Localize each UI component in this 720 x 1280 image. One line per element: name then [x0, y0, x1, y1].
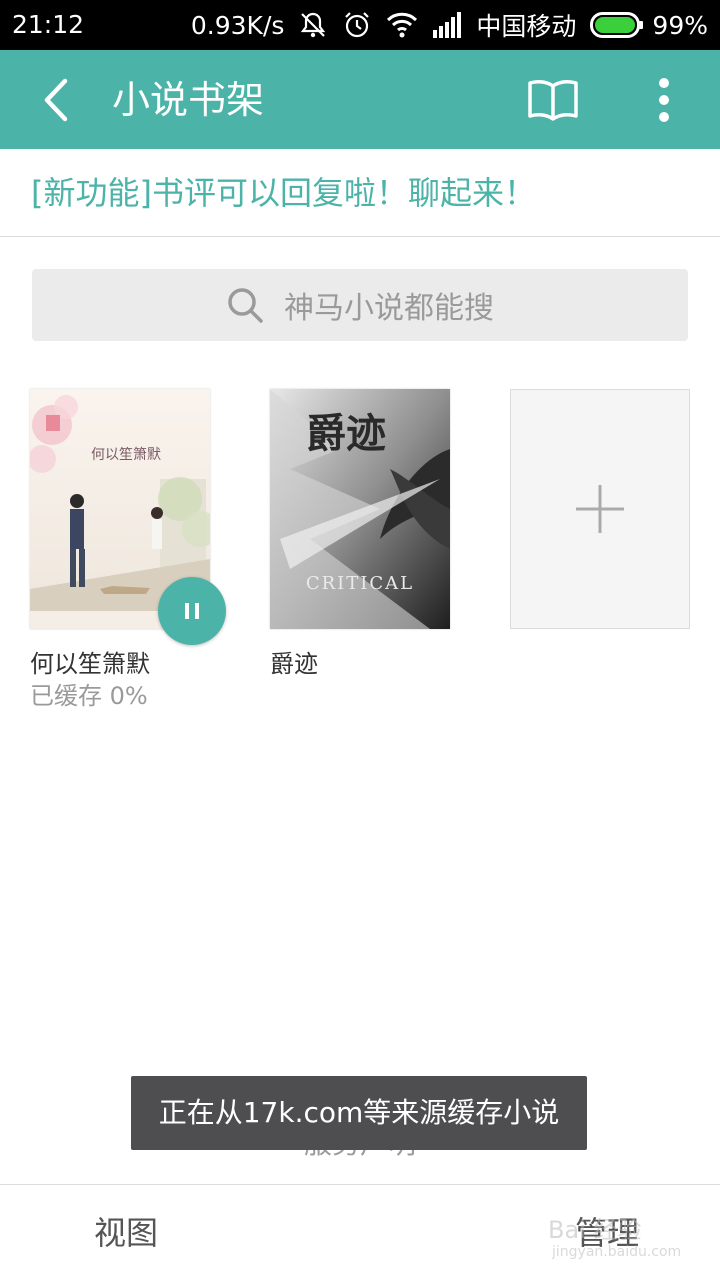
battery-icon [590, 12, 644, 38]
add-book-button[interactable] [510, 389, 690, 629]
battery-percent: 99% [652, 10, 708, 40]
book-cover[interactable]: 爵迹 CRITICAL [270, 389, 450, 629]
carrier-name: 中国移动 [476, 12, 577, 41]
page-title: 小说书架 [112, 78, 265, 122]
mute-icon [298, 10, 328, 40]
search-input[interactable]: 神马小说都能搜 [32, 269, 688, 341]
pause-download-button[interactable] [158, 577, 226, 645]
bookstore-button[interactable] [522, 74, 584, 126]
status-icons: 0.93K/s 中国移动 99% [190, 9, 708, 42]
battery-indicator: 99% [590, 11, 708, 40]
view-button[interactable]: 视图 [94, 1213, 158, 1253]
open-book-icon [528, 80, 578, 121]
book-title: 爵迹 [270, 650, 318, 678]
network-speed: 0.93K/s [190, 10, 285, 40]
watermark-logo: Bai 经验 jingyan.baidu.com [548, 1200, 708, 1270]
book-title: 何以笙箫默 [30, 650, 150, 678]
cache-status: 已缓存 0% [30, 682, 148, 710]
notice-text: [新功能]书评可以回复啦！聊起来！ [31, 174, 536, 212]
status-bar: 21:12 0.93K/s 中国移动 99% [0, 0, 720, 50]
signal-icon [432, 12, 462, 38]
back-button[interactable] [28, 74, 84, 126]
search-icon [228, 288, 263, 323]
more-vert-icon [659, 78, 669, 122]
cover-subtext: CRITICAL [306, 573, 414, 594]
pause-icon [185, 603, 199, 619]
wifi-icon [386, 11, 418, 39]
app-bar: 小说书架 [0, 50, 720, 149]
plus-icon [576, 485, 624, 533]
search-placeholder: 神马小说都能搜 [284, 291, 494, 326]
watermark-subtext: jingyan.baidu.com [552, 1244, 682, 1260]
alarm-icon [342, 10, 372, 40]
toast-message: 正在从17k.com等来源缓存小说 [131, 1076, 587, 1150]
feature-notice[interactable]: [新功能]书评可以回复啦！聊起来！ [0, 149, 720, 237]
status-time: 21:12 [12, 10, 85, 39]
cover-title-text: 何以笙箫默 [91, 446, 161, 463]
watermark-text: Bai 经验 [548, 1216, 642, 1244]
cover-title-text: 爵迹 [306, 410, 386, 457]
more-menu-button[interactable] [642, 74, 686, 126]
back-icon [44, 78, 68, 122]
